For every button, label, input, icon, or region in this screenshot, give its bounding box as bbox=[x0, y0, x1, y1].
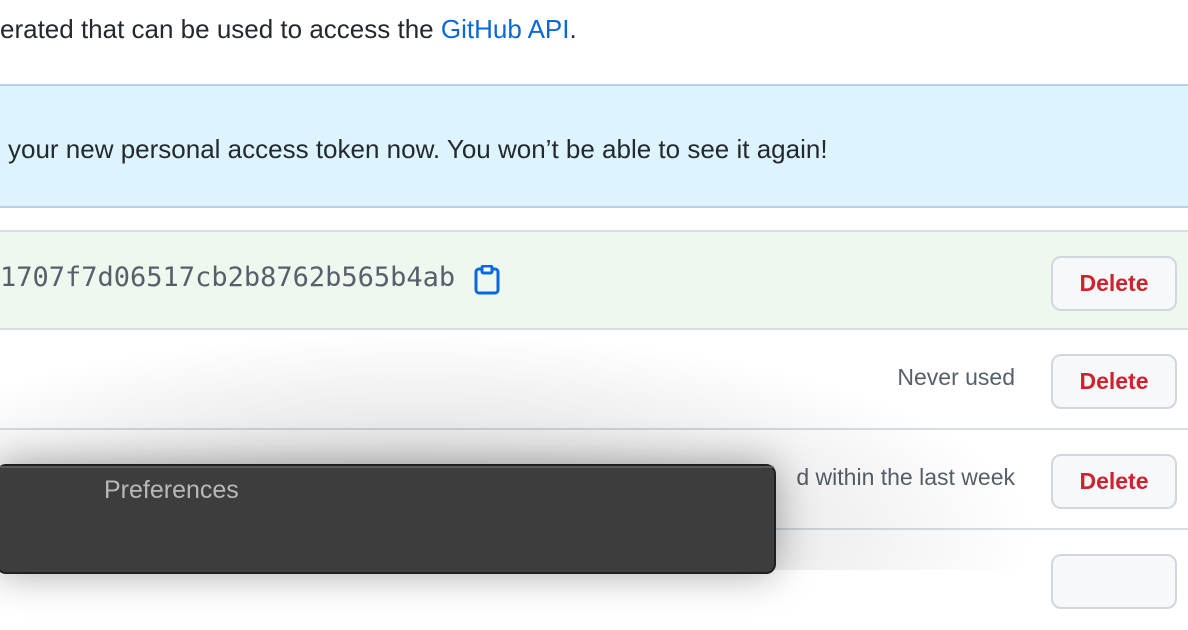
page-intro: erated that can be used to access the Gi… bbox=[0, 14, 577, 45]
preferences-window-title: Preferences bbox=[104, 476, 239, 504]
delete-token-button[interactable] bbox=[1051, 554, 1177, 609]
delete-token-button[interactable]: Delete bbox=[1051, 454, 1177, 509]
new-token-flash-notice: your new personal access token now. You … bbox=[0, 84, 1188, 208]
intro-period: . bbox=[569, 14, 577, 44]
github-api-link[interactable]: GitHub API bbox=[441, 14, 570, 44]
token-last-used-status: Never used bbox=[897, 364, 1015, 390]
clipboard-icon[interactable] bbox=[474, 265, 500, 295]
flash-message: your new personal access token now. You … bbox=[8, 134, 828, 164]
delete-token-button[interactable]: Delete bbox=[1051, 256, 1177, 311]
token-row-new: 1707f7d06517cb2b8762b565b4ab Delete bbox=[0, 230, 1188, 330]
intro-text: erated that can be used to access the bbox=[0, 14, 441, 44]
preferences-window[interactable]: Preferences bbox=[0, 464, 776, 574]
token-last-used-status: d within the last week bbox=[796, 464, 1015, 490]
token-value: 1707f7d06517cb2b8762b565b4ab bbox=[0, 262, 456, 293]
delete-token-button[interactable]: Delete bbox=[1051, 354, 1177, 409]
token-row: Never used Delete bbox=[0, 330, 1188, 430]
